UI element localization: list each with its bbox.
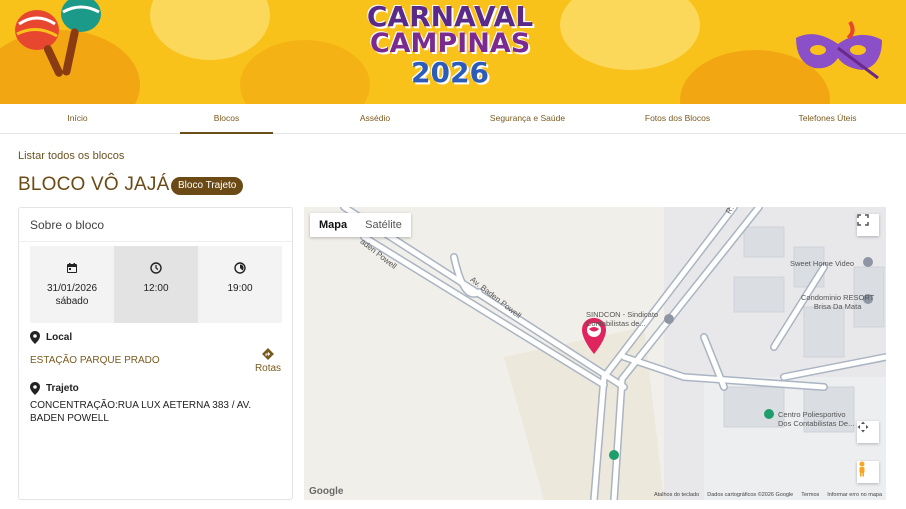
banner-title-year: 2026 [411, 56, 489, 89]
nav-item-assedio[interactable]: Assédio [330, 104, 420, 134]
rotas-button[interactable]: Rotas [252, 348, 284, 374]
divider [19, 241, 292, 242]
clock-icon [150, 262, 162, 274]
poi-label-line: Centro Poliesportivo [778, 410, 846, 419]
breadcrumb[interactable]: Listar todos os blocos [18, 150, 124, 162]
carnival-mask-icon [796, 20, 882, 80]
about-card-title: Sobre o bloco [30, 218, 105, 232]
tab-satelite[interactable]: Satélite [356, 213, 411, 237]
banner-decoration [240, 40, 370, 104]
maracas-icon [15, 0, 101, 77]
page-title: BLOCO VÔ JAJÁ [18, 174, 170, 195]
poi-label-line: SINDCON - Sindicato [586, 310, 659, 319]
poi-label-centro[interactable]: Centro Poliesportivo Dos Contabilistas D… [778, 410, 854, 428]
banner-decoration [560, 0, 700, 70]
poi-label-sweet-home[interactable]: Sweet Home Video [790, 259, 854, 268]
end-time-box: 19:00 [198, 246, 282, 323]
poi-label-line: Dos Contabilistas De... [778, 419, 855, 428]
banner-title: CARNAVAL CAMPINAS 2026 [360, 0, 540, 100]
nav-item-blocos[interactable]: Blocos [180, 104, 273, 134]
poi-label-line: Brisa Da Mata [813, 302, 862, 311]
pegman-icon [859, 461, 865, 477]
banner-title-line2: CAMPINAS [369, 28, 531, 59]
location-pin-icon [30, 382, 40, 395]
street-view-button[interactable] [857, 461, 879, 483]
trajeto-value: CONCENTRAÇÃO:RUA LUX AETERNA 383 / AV. B… [30, 400, 252, 424]
tab-mapa[interactable]: Mapa [310, 213, 356, 237]
move-icon [857, 421, 869, 433]
google-logo: Google [309, 486, 344, 497]
trajeto-label: Trajeto [46, 383, 79, 394]
poi-label-line: Condominio RESORT [801, 293, 875, 302]
timelapse-icon [234, 262, 246, 274]
carnaval-banner: CARNAVAL CAMPINAS 2026 [0, 0, 906, 104]
rotas-label: Rotas [254, 363, 282, 374]
about-card: Sobre o bloco 31/01/2026 sábado 12:00 19… [18, 207, 293, 500]
date-value: 31/01/2026 [46, 283, 98, 294]
nav-item-telefones-uteis[interactable]: Telefones Úteis [775, 104, 880, 134]
keyboard-shortcuts-link[interactable]: Atalhos do teclado [654, 492, 699, 498]
map-type-control: Mapa Satélite [310, 213, 411, 237]
directions-icon [262, 348, 274, 360]
banner-decoration [150, 0, 270, 60]
poi-label-sindcon[interactable]: SINDCON - Sindicato Contabilistas de... [586, 310, 658, 328]
calendar-icon [67, 263, 77, 273]
date-box: 31/01/2026 sábado [30, 246, 114, 323]
end-time-value: 19:00 [227, 283, 253, 294]
camera-control-button[interactable] [857, 421, 879, 443]
nav-item-fotos-blocos[interactable]: Fotos dos Blocos [625, 104, 730, 134]
map-footer: Atalhos do teclado Dados cartográficos ©… [654, 492, 882, 498]
map-data-text: Dados cartográficos ©2026 Google [707, 492, 794, 498]
poi-label-line: Contabilistas de... [586, 319, 646, 328]
report-error-link[interactable]: Informar erro no mapa [827, 492, 882, 498]
location-pin-icon [30, 331, 40, 344]
map-view[interactable]: aden Powell Av. Baden Powell R. L Sweet … [304, 207, 886, 500]
fullscreen-icon [857, 214, 869, 226]
start-time-value: 12:00 [143, 283, 169, 294]
start-time-box: 12:00 [114, 246, 198, 323]
main-nav: Início Blocos Assédio Segurança e Saúde … [0, 104, 906, 134]
nav-item-seguranca-saude[interactable]: Segurança e Saúde [470, 104, 585, 134]
bloco-type-badge: Bloco Trajeto [171, 177, 244, 195]
nav-item-inicio[interactable]: Início [30, 104, 125, 134]
terms-link[interactable]: Termos [801, 492, 819, 498]
weekday-value: sábado [55, 296, 89, 307]
poi-label-condominio[interactable]: Condominio RESORT Brisa Da Mata [801, 293, 874, 311]
fullscreen-button[interactable] [857, 214, 879, 236]
local-value: ESTAÇÃO PARQUE PRADO [30, 355, 160, 366]
local-label: Local [46, 332, 73, 343]
